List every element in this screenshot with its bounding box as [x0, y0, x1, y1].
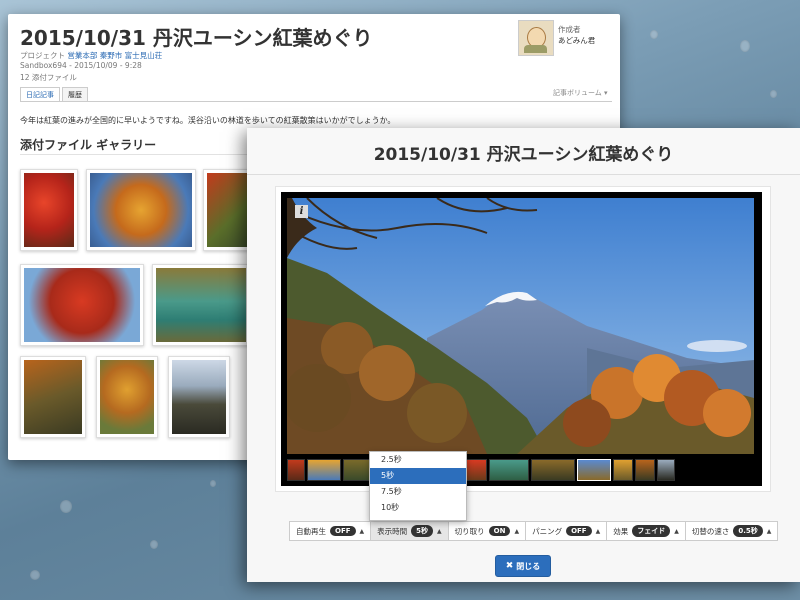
sandbox-line: Sandbox694 - 2015/10/09 - 9:28: [20, 61, 142, 70]
gallery-thumb[interactable]: [168, 356, 230, 438]
author-name: あどみん君: [558, 36, 596, 45]
filmstrip-thumb[interactable]: [531, 459, 575, 481]
gallery-thumb[interactable]: [96, 356, 158, 438]
filmstrip-thumb[interactable]: [613, 459, 633, 481]
gallery-thumb[interactable]: [152, 264, 250, 346]
rain-drop: [150, 540, 158, 549]
modal-header: 2015/10/31 丹沢ユーシン紅葉めぐり: [247, 128, 800, 175]
caret-up-icon: ▲: [674, 527, 679, 535]
avatar-body: [524, 45, 547, 53]
caret-up-icon: ▲: [595, 527, 601, 535]
duration-option[interactable]: 7.5秒: [370, 484, 466, 500]
project-link[interactable]: 営業本部: [67, 51, 97, 60]
control-label: 切替の速さ: [691, 526, 730, 536]
filmstrip-thumb[interactable]: [657, 459, 675, 481]
rain-drop: [30, 570, 40, 580]
volume-menu[interactable]: 記事ボリューム ▾: [553, 88, 608, 98]
slideshow-controls: 自動再生 OFF ▲ 表示時間 5秒 ▲ 切り取り ON ▲ パニング OFF …: [289, 521, 779, 541]
modal-title: 2015/10/31 丹沢ユーシン紅葉めぐり: [373, 145, 674, 165]
caret-down-icon: ▾: [604, 89, 608, 97]
author-role: 作成者: [558, 25, 581, 34]
caret-up-icon: ▲: [359, 527, 365, 535]
control-value: OFF: [330, 526, 356, 536]
control-label: 切り取り: [454, 526, 485, 536]
filmstrip-thumb[interactable]: [343, 459, 371, 481]
tab-diary[interactable]: 日記記事: [20, 87, 60, 101]
rain-drop: [770, 90, 777, 98]
filmstrip: [287, 459, 675, 481]
info-icon[interactable]: i: [295, 205, 308, 218]
close-label: 閉じる: [516, 561, 541, 571]
filmstrip-thumb-active[interactable]: [577, 459, 611, 481]
transition-speed-select[interactable]: 切替の速さ 0.5秒 ▲: [684, 521, 779, 541]
gallery-thumb[interactable]: [20, 264, 144, 346]
project-link[interactable]: 富士見山荘: [125, 51, 163, 60]
project-label: プロジェクト: [20, 51, 65, 60]
thumb-image: [100, 360, 154, 434]
thumb-image: [24, 268, 140, 342]
duration-select[interactable]: 表示時間 5秒 ▲: [370, 521, 449, 541]
page-tabs: 日記記事 履歴: [20, 87, 90, 101]
volume-label: 記事ボリューム: [553, 89, 602, 97]
thumb-image: [207, 173, 251, 247]
duration-option[interactable]: 2.5秒: [370, 452, 466, 468]
gallery-thumb[interactable]: [20, 169, 78, 251]
rain-drop: [210, 480, 216, 487]
filmstrip-thumb[interactable]: [489, 459, 529, 481]
page-title: 2015/10/31 丹沢ユーシン紅葉めぐり: [20, 26, 373, 50]
control-value: OFF: [566, 526, 592, 536]
photo-scene: [287, 198, 754, 454]
caret-up-icon: ▲: [766, 527, 772, 535]
control-value: ON: [488, 526, 511, 536]
control-label: 効果: [613, 526, 629, 536]
panning-toggle[interactable]: パニング OFF ▲: [525, 521, 608, 541]
thumb-image: [172, 360, 226, 434]
control-value: 5秒: [411, 525, 434, 537]
rain-drop: [650, 30, 658, 39]
thumb-image: [24, 360, 82, 434]
thumb-image: [90, 173, 192, 247]
thumb-image: [24, 173, 74, 247]
project-link[interactable]: 秦野市: [100, 51, 123, 60]
filmstrip-thumb[interactable]: [465, 459, 487, 481]
control-label: パニング: [532, 526, 563, 536]
filmstrip-thumb[interactable]: [287, 459, 305, 481]
caret-up-icon: ▲: [514, 527, 520, 535]
duration-dropdown: 2.5秒 5秒 7.5秒 10秒: [369, 451, 467, 521]
gallery-title: 添付ファイル ギャラリー: [20, 138, 157, 152]
crop-toggle[interactable]: 切り取り ON ▲: [447, 521, 527, 541]
project-line: プロジェクト 営業本部 秦野市 富士見山荘: [20, 50, 162, 61]
control-label: 自動再生: [296, 526, 326, 536]
filmstrip-thumb[interactable]: [635, 459, 655, 481]
control-value: 0.5秒: [733, 525, 763, 537]
control-value: フェイド: [632, 525, 671, 537]
author-avatar[interactable]: [518, 20, 554, 56]
article-body: 今年は紅葉の進みが全国的に早いようですね。渓谷沿いの林道を歩いての紅葉散策はいか…: [20, 116, 396, 125]
attachments-count: 12 添付ファイル: [20, 73, 77, 82]
caret-up-icon: ▲: [437, 527, 442, 535]
effect-select[interactable]: 効果 フェイド ▲: [606, 521, 686, 541]
autoplay-toggle[interactable]: 自動再生 OFF ▲: [289, 521, 372, 541]
gallery-thumb[interactable]: [20, 356, 86, 438]
control-label: 表示時間: [377, 526, 408, 536]
gallery-modal: 2015/10/31 丹沢ユーシン紅葉めぐり i 自動再生 OFF ▲ 表示時間…: [247, 128, 800, 582]
filmstrip-thumb[interactable]: [307, 459, 341, 481]
rain-drop: [740, 40, 750, 52]
thumb-image: [156, 268, 246, 342]
tab-divider: [20, 101, 612, 102]
duration-option-selected[interactable]: 5秒: [370, 468, 466, 484]
rain-drop: [60, 500, 72, 513]
gallery-thumb[interactable]: [86, 169, 196, 251]
main-photo[interactable]: i: [287, 198, 754, 454]
tab-history[interactable]: 履歴: [62, 87, 88, 101]
close-button[interactable]: ✖ 閉じる: [495, 555, 551, 577]
duration-option[interactable]: 10秒: [370, 500, 466, 516]
close-x-icon: ✖: [505, 561, 514, 571]
slideshow-viewer: i: [281, 192, 762, 486]
